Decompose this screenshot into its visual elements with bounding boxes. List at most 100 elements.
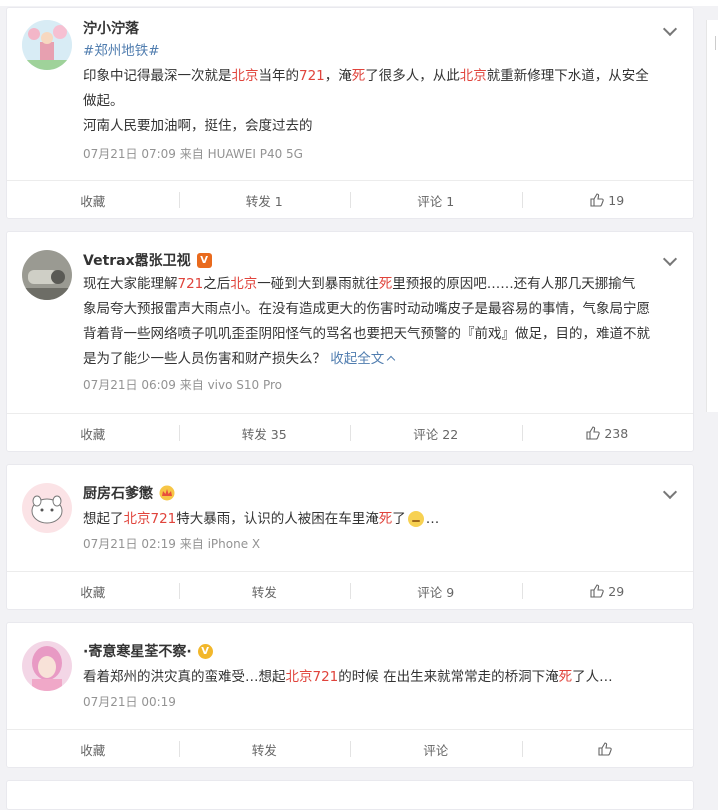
post-text: 想起了北京721特大暴雨，认识的人被困在车里淹死了 …: [83, 507, 683, 532]
post-meta: 07月21日 02:19 来自 iPhone X: [83, 537, 261, 551]
highlight-keyword[interactable]: 死: [379, 511, 393, 527]
post-text: 看着郑州的洪灾真的蛮难受…想起北京721的时候 在出生来就常常走的桥洞下淹死了人…: [83, 665, 683, 690]
like-button[interactable]: [521, 730, 694, 768]
highlight-keyword[interactable]: 北京721: [124, 511, 177, 527]
post-text-line: 河南人民要加油啊，挺住，会度过去的: [83, 114, 683, 139]
highlight-keyword[interactable]: 北京: [230, 276, 257, 292]
post-text: 印象中记得最深一次就是北京当年的721，淹死了很多人，从此北京就重新修理下水道，…: [83, 64, 683, 139]
comment-button[interactable]: 评论 22: [350, 414, 522, 452]
user-name[interactable]: Vetrax嚣张卫视 V: [83, 250, 212, 270]
user-name[interactable]: ·寄意寒星荃不察· V: [83, 641, 213, 661]
right-sidebar-edge: [706, 20, 718, 412]
post-text-line: 做起。: [83, 89, 683, 114]
hashtag[interactable]: #郑州地铁#: [83, 39, 160, 64]
post-text-segment: 想起了: [83, 511, 124, 527]
post-text-segment: 就重新修理下水道，从安全: [486, 68, 649, 84]
user-name-text[interactable]: 泞小泞落: [83, 18, 139, 38]
user-name-text[interactable]: Vetrax嚣张卫视: [83, 250, 191, 270]
comment-label: 评论 1: [417, 193, 455, 209]
emoji-icon: [407, 511, 424, 527]
action-bar: 收藏 转发 评论 9 29: [7, 571, 693, 610]
chevron-down-icon[interactable]: [662, 251, 678, 267]
avatar-illustration-icon: [22, 20, 72, 70]
avatar-photo-icon: [22, 641, 72, 691]
highlight-keyword[interactable]: 北京721: [286, 669, 339, 685]
post-text-segment: …: [425, 511, 440, 527]
highlight-keyword[interactable]: 721: [178, 276, 204, 292]
favorite-button[interactable]: 收藏: [7, 730, 179, 768]
highlight-keyword[interactable]: 北京: [460, 68, 487, 84]
chevron-down-icon[interactable]: [662, 21, 678, 37]
post-text-segment: 了人…: [572, 669, 613, 685]
thumbs-up-icon: [598, 742, 612, 756]
collapse-text-link[interactable]: 收起全文: [330, 351, 384, 367]
post-text-segment: 一碰到大到暴雨就往: [257, 276, 379, 292]
post-text-segment: 了很多人，从此: [365, 68, 460, 84]
post-meta: 07月21日 00:19: [83, 695, 176, 709]
post-text-segment: 看着郑州的洪灾真的蛮难受…想起: [83, 669, 286, 685]
comment-button[interactable]: 评论 1: [350, 181, 522, 219]
comment-label: 评论: [423, 742, 449, 758]
post-text-segment: 象局夸大预报雷声大雨点小。在没有造成更大的伤害时动动嘴皮子是最容易的事情，气象局…: [83, 301, 650, 317]
avatar[interactable]: [22, 483, 72, 533]
comment-button[interactable]: 评论 9: [350, 572, 522, 610]
post-text-segment: 的时候 在出生来就常常走的桥洞下淹: [338, 669, 559, 685]
repost-button[interactable]: 转发 35: [178, 414, 351, 452]
chevron-up-icon[interactable]: [387, 355, 396, 365]
highlight-keyword[interactable]: 721: [299, 68, 325, 84]
highlight-keyword[interactable]: 死: [379, 276, 393, 292]
avatar[interactable]: [22, 20, 72, 70]
post-text-segment: ，淹: [324, 68, 352, 84]
post-text-line: 现在大家能理解721之后北京一碰到大到暴雨就往死里预报的原因吧……还有人那几天挪…: [83, 272, 683, 297]
repost-label: 转发 35: [241, 426, 287, 442]
post-text-line: 是为了能少一些人员伤害和财产损失么？ 收起全文: [83, 347, 683, 372]
post-text-segment: 了: [392, 511, 406, 527]
post-text-line: 印象中记得最深一次就是北京当年的721，淹死了很多人，从此北京就重新修理下水道，…: [83, 64, 683, 89]
action-bar: 收藏 转发 35 评论 22 238: [7, 413, 693, 452]
post-text-segment: 印象中记得最深一次就是: [83, 68, 232, 84]
post-text-segment: 特大暴雨，认识的人被困在车里淹: [176, 511, 379, 527]
verified-badge-icon: V: [197, 643, 213, 659]
top-bar: [0, 0, 718, 6]
repost-button[interactable]: 转发 1: [178, 181, 351, 219]
crown-badge-icon: [159, 485, 175, 501]
chevron-down-icon[interactable]: [662, 484, 678, 500]
favorite-button[interactable]: 收藏: [7, 181, 179, 219]
weibo-post-card-partial: [6, 780, 694, 810]
like-count: 19: [608, 192, 625, 208]
repost-button[interactable]: 转发: [178, 730, 351, 768]
like-count: 238: [604, 425, 629, 441]
highlight-keyword[interactable]: 北京: [232, 68, 259, 84]
favorite-button[interactable]: 收藏: [7, 414, 179, 452]
like-button[interactable]: 29: [521, 572, 694, 610]
repost-button[interactable]: 转发: [178, 572, 351, 610]
avatar[interactable]: [22, 641, 72, 691]
post-text-segment: 是为了能少一些人员伤害和财产损失么？: [83, 351, 331, 367]
favorite-label: 收藏: [80, 742, 106, 758]
repost-label: 转发: [251, 584, 277, 600]
post-text-segment: 当年的: [258, 68, 300, 84]
weibo-post-card: Vetrax嚣张卫视 V 现在大家能理解721之后北京一碰到大到暴雨就往死里预报…: [6, 231, 694, 452]
weibo-post-card: 泞小泞落 #郑州地铁# 印象中记得最深一次就是北京当年的721，淹死了很多人，从…: [6, 7, 694, 219]
highlight-keyword[interactable]: 死: [352, 68, 366, 84]
favorite-button[interactable]: 收藏: [7, 572, 179, 610]
post-text-segment: 里预报的原因吧……还有人那几天挪揄气: [392, 276, 636, 292]
like-count: 29: [608, 583, 625, 599]
comment-button[interactable]: 评论: [350, 730, 522, 768]
weibo-post-card: ·寄意寒星荃不察· V 看着郑州的洪灾真的蛮难受…想起北京721的时候 在出生来…: [6, 622, 694, 768]
highlight-keyword[interactable]: 死: [559, 669, 573, 685]
post-text-segment: 河南人民要加油啊，挺住，会度过去的: [83, 118, 313, 134]
user-name[interactable]: 厨房石爹懲: [83, 483, 175, 503]
hashtag-link[interactable]: #郑州地铁#: [83, 43, 160, 59]
user-name[interactable]: 泞小泞落: [83, 18, 139, 38]
post-text-line: 看着郑州的洪灾真的蛮难受…想起北京721的时候 在出生来就常常走的桥洞下淹死了人…: [83, 665, 683, 690]
favorite-label: 收藏: [80, 193, 106, 209]
post-text: 现在大家能理解721之后北京一碰到大到暴雨就往死里预报的原因吧……还有人那几天挪…: [83, 272, 683, 372]
like-button[interactable]: 238: [521, 414, 694, 452]
avatar[interactable]: [22, 250, 72, 300]
action-bar: 收藏 转发 1 评论 1 19: [7, 180, 693, 219]
user-name-text[interactable]: ·寄意寒星荃不察·: [83, 641, 192, 661]
thumbs-up-icon: [590, 193, 605, 207]
like-button[interactable]: 19: [521, 181, 694, 219]
user-name-text[interactable]: 厨房石爹懲: [83, 483, 153, 503]
